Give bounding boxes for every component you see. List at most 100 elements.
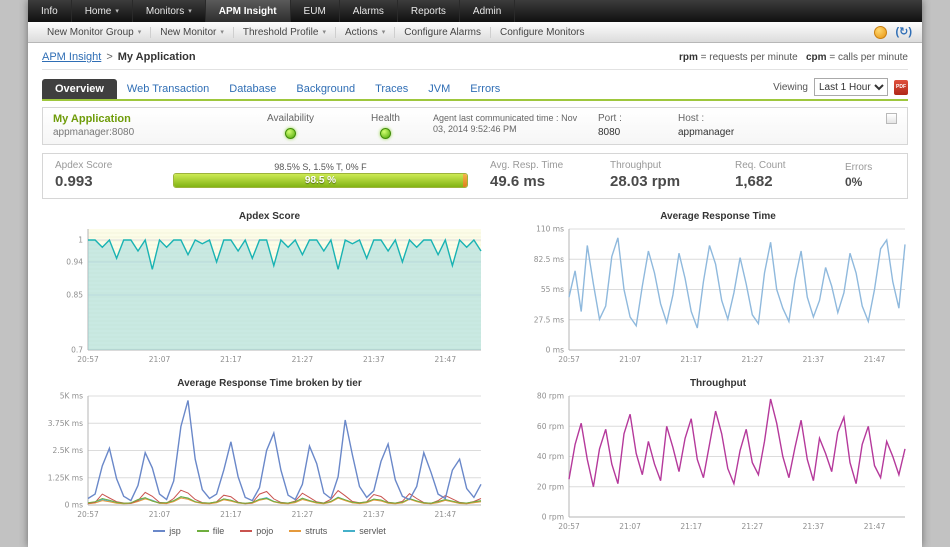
request-count-label: Req. Count [735, 160, 835, 171]
agent-last-communicated: Agent last communicated time : Nov 03, 2… [433, 113, 598, 136]
svg-text:1: 1 [78, 236, 83, 245]
page-title: My Application [118, 51, 196, 63]
svg-text:21:37: 21:37 [363, 355, 385, 364]
svg-text:21:07: 21:07 [619, 522, 641, 531]
svg-text:20:57: 20:57 [77, 510, 99, 519]
actions-button[interactable]: Actions▾ [336, 27, 395, 38]
tab-traces[interactable]: Traces [365, 79, 418, 99]
svg-text:21:17: 21:17 [220, 510, 242, 519]
nav-item-info[interactable]: Info [28, 0, 72, 22]
nav-item-alarms[interactable]: Alarms [340, 0, 398, 22]
legend-item-servlet[interactable]: servlet [343, 526, 386, 536]
nav-item-home[interactable]: Home▾ [72, 0, 133, 22]
availability-status: Availability [243, 113, 338, 139]
svg-text:3.75K ms: 3.75K ms [48, 419, 83, 428]
nav-item-label: Home [85, 6, 112, 17]
tab-bar-right: Viewing Last 1 Hour PDF [773, 78, 908, 99]
tab-jvm[interactable]: JVM [418, 79, 460, 99]
tool-item-label: New Monitor [160, 27, 216, 38]
nav-item-apm-insight[interactable]: APM Insight [206, 0, 291, 22]
chevron-down-icon: ▾ [138, 28, 142, 36]
configure-alarms-button[interactable]: Configure Alarms [395, 27, 491, 38]
svg-text:5K ms: 5K ms [60, 392, 83, 401]
application-info-panel: My Application appmanager:8080 Availabil… [42, 107, 908, 145]
breadcrumb-apm-insight-link[interactable]: APM Insight [42, 51, 101, 63]
svg-text:21:47: 21:47 [434, 355, 456, 364]
refresh-icon[interactable]: (↻) [895, 26, 912, 39]
tool-item-label: New Monitor Group [47, 27, 134, 38]
chart-title: Throughput [523, 378, 913, 389]
chevron-down-icon: ▾ [322, 28, 326, 36]
tool-item-label: Configure Alarms [404, 27, 481, 38]
svg-text:20:57: 20:57 [558, 522, 580, 531]
port-value: 8080 [598, 127, 678, 138]
health-led-icon [380, 128, 391, 139]
tool-item-label: Actions [345, 27, 378, 38]
apdex-distribution-bar: 98.5 % [173, 173, 468, 188]
host-value: appmanager [678, 127, 758, 138]
svg-text:1.25K ms: 1.25K ms [48, 473, 83, 482]
nav-item-reports[interactable]: Reports [398, 0, 460, 22]
throughput-metric: Throughput 28.03 rpm [610, 160, 735, 190]
legend-item-jsp[interactable]: jsp [153, 526, 181, 536]
svg-text:2.5K ms: 2.5K ms [53, 446, 84, 455]
configure-monitors-button[interactable]: Configure Monitors [491, 27, 593, 38]
nav-item-admin[interactable]: Admin [460, 0, 515, 22]
units-note: rpm = requests per minute cpm = calls pe… [679, 52, 908, 63]
legend-item-file[interactable]: file [197, 526, 225, 536]
tab-bar: Overview Web Transaction Database Backgr… [42, 78, 908, 101]
nav-item-label: Info [41, 6, 58, 17]
chevron-down-icon: ▾ [188, 7, 192, 15]
svg-text:21:37: 21:37 [363, 510, 385, 519]
svg-text:21:17: 21:17 [680, 522, 702, 531]
tab-web-transaction[interactable]: Web Transaction [117, 79, 219, 99]
servlet-series-marker-icon [343, 530, 355, 532]
top-nav: Info Home▾ Monitors▾ APM Insight EUM Ala… [28, 0, 922, 22]
viewing-label: Viewing [773, 82, 808, 93]
apdex-distribution-caption: 98.5% S, 1.5% T, 0% F [173, 162, 468, 172]
application-host-port: appmanager:8080 [53, 127, 243, 138]
tier-chart-legend: jsp file pojo struts servlet [42, 526, 497, 536]
threshold-profile-button[interactable]: Threshold Profile▾ [234, 27, 336, 38]
time-range-select[interactable]: Last 1 Hour [814, 78, 888, 96]
pdf-export-icon[interactable]: PDF [894, 80, 908, 95]
svg-text:21:27: 21:27 [741, 522, 763, 531]
metrics-summary-panel: Apdex Score 0.993 98.5% S, 1.5% T, 0% F … [42, 153, 908, 199]
apdex-distribution: 98.5% S, 1.5% T, 0% F 98.5 % [173, 162, 468, 188]
support-icon[interactable] [874, 26, 887, 39]
expand-icon[interactable] [886, 113, 897, 124]
nav-item-monitors[interactable]: Monitors▾ [133, 0, 206, 22]
tool-item-label: Configure Monitors [500, 27, 584, 38]
svg-text:21:47: 21:47 [864, 355, 886, 364]
apdex-score-chart-block: Apdex Score 10.940.850.720:5721:0721:172… [42, 211, 497, 370]
apdex-score-chart: 10.940.850.720:5721:0721:1721:2721:3721:… [42, 223, 489, 365]
tab-errors[interactable]: Errors [460, 79, 510, 99]
svg-text:0.94: 0.94 [66, 258, 83, 267]
jsp-series-marker-icon [153, 530, 165, 532]
svg-text:21:27: 21:27 [741, 355, 763, 364]
svg-text:82.5 ms: 82.5 ms [534, 255, 564, 264]
nav-item-eum[interactable]: EUM [291, 0, 340, 22]
availability-led-icon [285, 128, 296, 139]
svg-text:0 ms: 0 ms [546, 346, 564, 355]
nav-item-label: APM Insight [219, 6, 277, 17]
tab-background[interactable]: Background [286, 79, 365, 99]
application-name[interactable]: My Application [53, 113, 243, 125]
svg-text:21:27: 21:27 [292, 355, 314, 364]
tab-database[interactable]: Database [219, 79, 286, 99]
breadcrumb: APM Insight > My Application rpm = reque… [42, 43, 908, 70]
breadcrumb-separator: > [106, 51, 112, 63]
avg-response-time-label: Avg. Resp. Time [490, 160, 600, 171]
svg-text:20:57: 20:57 [558, 355, 580, 364]
legend-item-pojo[interactable]: pojo [240, 526, 273, 536]
throughput-value: 28.03 rpm [610, 173, 725, 190]
chevron-down-icon: ▾ [220, 28, 224, 36]
tab-overview[interactable]: Overview [42, 79, 117, 99]
svg-text:21:07: 21:07 [619, 355, 641, 364]
legend-item-struts[interactable]: struts [289, 526, 327, 536]
new-monitor-button[interactable]: New Monitor ▾ [151, 27, 234, 38]
new-monitor-group-button[interactable]: New Monitor Group ▾ [38, 27, 151, 38]
nav-item-label: Alarms [353, 6, 384, 17]
chart-title: Average Response Time broken by tier [42, 378, 497, 389]
avg-response-time-chart: 110 ms82.5 ms55 ms27.5 ms0 ms20:5721:072… [523, 223, 913, 365]
